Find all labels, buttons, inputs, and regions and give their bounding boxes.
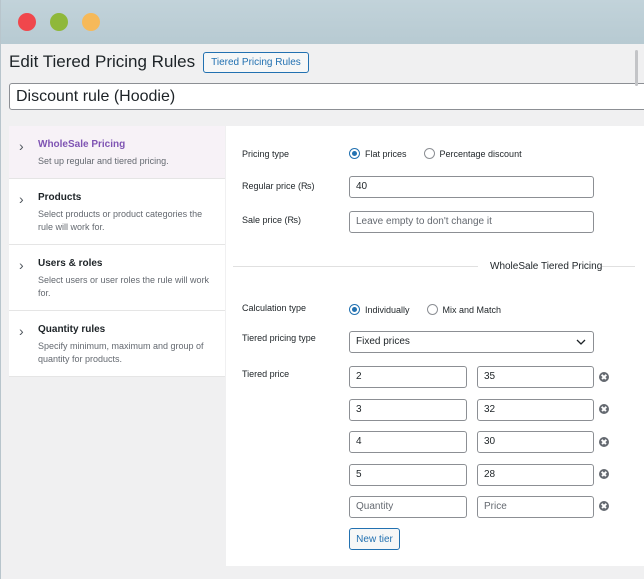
regular-price-label: Regular price (₨): [242, 181, 315, 191]
tier-price-input[interactable]: 28: [477, 464, 594, 486]
sale-price-input[interactable]: Leave empty to don't change it: [349, 211, 594, 233]
tier-quantity-input[interactable]: 5: [349, 464, 467, 486]
percentage-discount-label[interactable]: Percentage discount: [440, 149, 522, 159]
sidebar-item-title: Quantity rules: [38, 324, 106, 335]
tier-quantity-input[interactable]: 2: [349, 366, 467, 388]
new-tier-quantity-input[interactable]: Quantity: [349, 496, 467, 518]
remove-tier-icon[interactable]: [599, 469, 609, 479]
settings-sidebar: › WholeSale Pricing Set up regular and t…: [9, 126, 225, 377]
new-tier-price-input[interactable]: Price: [477, 496, 594, 518]
tiered-pricing-rules-button[interactable]: Tiered Pricing Rules: [203, 51, 309, 73]
mix-and-match-label[interactable]: Mix and Match: [443, 305, 502, 315]
sidebar-item-products[interactable]: › Products Select products or product ca…: [9, 179, 225, 245]
chevron-down-icon: [576, 339, 586, 345]
remove-tier-icon[interactable]: [599, 372, 609, 382]
new-tier-button[interactable]: New tier: [349, 528, 400, 550]
close-window-icon[interactable]: [18, 13, 36, 31]
regular-price-input[interactable]: 40: [349, 176, 594, 198]
sidebar-item-wholesale-pricing[interactable]: › WholeSale Pricing Set up regular and t…: [9, 126, 225, 179]
tier-price-input[interactable]: 30: [477, 431, 594, 453]
tier-price-input[interactable]: 35: [477, 366, 594, 388]
calculation-type-radio-group: Individually Mix and Match: [349, 304, 518, 315]
mix-and-match-radio[interactable]: [426, 304, 438, 315]
pricing-type-label: Pricing type: [242, 149, 290, 159]
chevron-right-icon: ›: [19, 257, 24, 273]
sidebar-item-description: Set up regular and tiered pricing.: [38, 156, 169, 166]
tier-quantity-input[interactable]: 4: [349, 431, 467, 453]
app-window: Edit Tiered Pricing Rules Tiered Pricing…: [0, 0, 644, 579]
scrollbar[interactable]: [635, 50, 638, 86]
chevron-right-icon: ›: [19, 138, 24, 154]
tier-price-input[interactable]: 32: [477, 399, 594, 421]
tiered-pricing-type-value: Fixed prices: [356, 336, 410, 347]
chevron-right-icon: ›: [19, 323, 24, 339]
sidebar-item-description: Select users or user roles the rule will…: [38, 275, 210, 298]
percentage-discount-radio[interactable]: [423, 148, 435, 159]
sidebar-item-title: Products: [38, 192, 82, 203]
remove-tier-icon[interactable]: [599, 404, 609, 414]
flat-prices-label[interactable]: Flat prices: [365, 149, 407, 159]
minimize-window-icon[interactable]: [50, 13, 68, 31]
tier-quantity-input[interactable]: 3: [349, 399, 467, 421]
sidebar-item-description: Select products or product categories th…: [38, 209, 203, 232]
sidebar-item-title: WholeSale Pricing: [38, 139, 126, 150]
individually-radio[interactable]: [349, 304, 360, 315]
tiered-price-label: Tiered price: [242, 369, 290, 379]
page-header: Edit Tiered Pricing Rules Tiered Pricing…: [9, 51, 309, 73]
pricing-type-radio-group: Flat prices Percentage discount: [349, 148, 539, 159]
individually-label[interactable]: Individually: [365, 305, 410, 315]
section-title: WholeSale Tiered Pricing: [490, 261, 603, 272]
sidebar-item-title: Users & roles: [38, 258, 103, 269]
tiered-pricing-type-label: Tiered pricing type: [242, 333, 316, 343]
section-divider-right: [601, 266, 635, 267]
calculation-type-label: Calculation type: [242, 303, 307, 313]
sidebar-item-users-roles[interactable]: › Users & roles Select users or user rol…: [9, 245, 225, 311]
sidebar-item-description: Specify minimum, maximum and group of qu…: [38, 341, 204, 364]
sale-price-label: Sale price (₨): [242, 215, 301, 225]
section-divider-left: [233, 266, 478, 267]
flat-prices-radio[interactable]: [349, 148, 360, 159]
title-bar: [1, 0, 644, 44]
maximize-window-icon[interactable]: [82, 13, 100, 31]
remove-tier-icon[interactable]: [599, 437, 609, 447]
tiered-pricing-type-select[interactable]: Fixed prices: [349, 331, 594, 353]
remove-tier-icon[interactable]: [599, 501, 609, 511]
page-title: Edit Tiered Pricing Rules: [9, 52, 196, 71]
sidebar-item-quantity-rules[interactable]: › Quantity rules Specify minimum, maximu…: [9, 311, 225, 377]
rule-name-input[interactable]: [9, 83, 644, 110]
chevron-right-icon: ›: [19, 191, 24, 207]
